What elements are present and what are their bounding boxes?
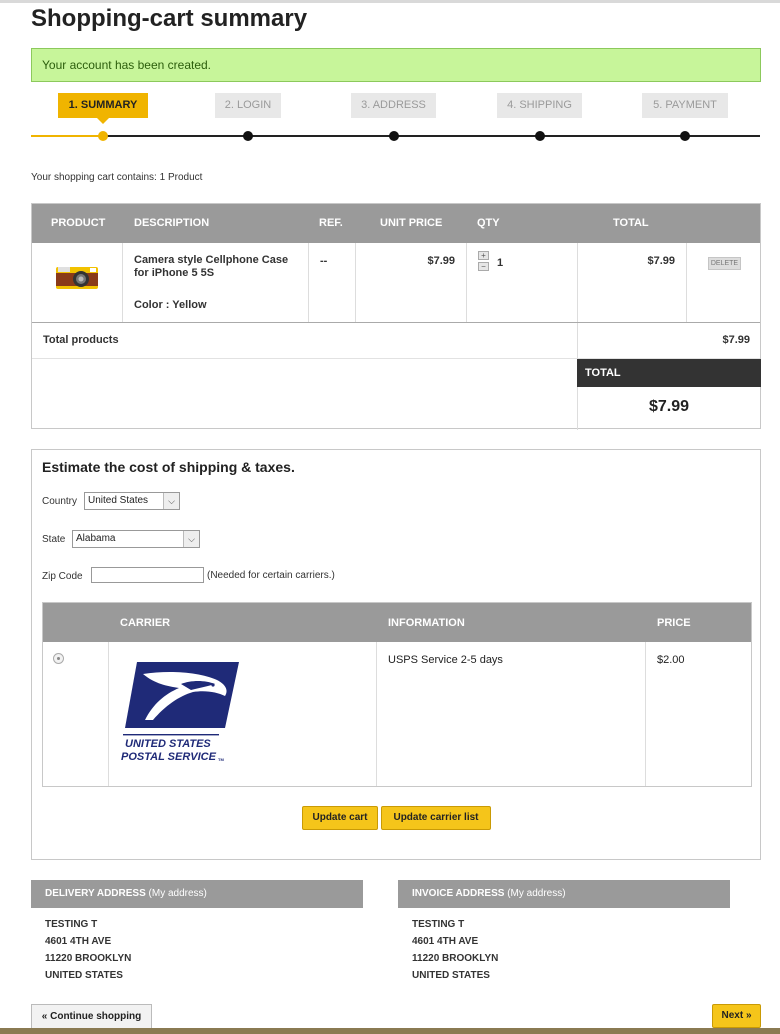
col-information: INFORMATION (388, 617, 465, 629)
carrier-table: CARRIER INFORMATION PRICE UNITED STATES … (42, 602, 752, 787)
continue-shopping-button[interactable]: « Continue shopping (31, 1004, 152, 1029)
delivery-address-header: DELIVERY ADDRESS (My address) (31, 880, 363, 908)
col-total: TOTAL (613, 217, 649, 229)
col-carrier: CARRIER (120, 617, 171, 629)
col-price: PRICE (657, 617, 691, 629)
usps-logo: UNITED STATES POSTAL SERVICE TM (121, 660, 241, 768)
page-title: Shopping-cart summary (31, 5, 308, 32)
step-dot-address (389, 131, 399, 141)
step-dot-payment (680, 131, 690, 141)
total-products-label: Total products (43, 334, 119, 346)
product-name-link[interactable]: Camera style Cellphone Case for iPhone 5… (134, 254, 304, 280)
estimate-title: Estimate the cost of shipping & taxes. (42, 459, 295, 475)
step-login[interactable]: 2. LOGIN (215, 93, 281, 118)
unit-price: $7.99 (427, 255, 455, 267)
total-products-value: $7.99 (722, 334, 750, 346)
delivery-name: TESTING T (45, 919, 98, 930)
step-shipping[interactable]: 4. SHIPPING (497, 93, 582, 118)
chevron-down-icon: ⌵ (163, 493, 179, 509)
line-total: $7.99 (647, 255, 675, 267)
col-description: DESCRIPTION (134, 217, 210, 229)
carrier-information: USPS Service 2-5 days (388, 654, 503, 666)
qty-increase-button[interactable]: + (478, 251, 489, 260)
usps-logo-text-2: POSTAL SERVICE (121, 751, 217, 763)
zip-code-input[interactable] (91, 567, 204, 583)
carrier-price: $2.00 (657, 654, 685, 666)
zip-note: (Needed for certain carriers.) (207, 570, 335, 581)
country-select[interactable]: United States ⌵ (84, 492, 180, 510)
total-label: TOTAL (577, 359, 761, 387)
delete-button[interactable]: DELETE (708, 257, 741, 270)
product-color: Color : Yellow (134, 299, 207, 311)
product-ref: -- (320, 255, 328, 267)
product-thumbnail[interactable] (54, 255, 100, 299)
carrier-radio[interactable] (53, 653, 64, 664)
qty-controls: + − (478, 251, 489, 273)
usps-logo-mark: TM (218, 757, 224, 762)
state-value: Alabama (76, 533, 116, 544)
update-carrier-list-button[interactable]: Update carrier list (381, 806, 491, 830)
cart-count: Your shopping cart contains: 1 Product (31, 172, 203, 183)
qty-value: 1 (497, 257, 504, 269)
country-label: Country (42, 496, 78, 507)
invoice-address-header: INVOICE ADDRESS (My address) (398, 880, 730, 908)
country-value: United States (88, 495, 149, 506)
state-label: State (42, 534, 66, 545)
update-cart-button[interactable]: Update cart (302, 806, 378, 830)
invoice-address-subtitle: (My address) (507, 888, 566, 899)
state-select[interactable]: Alabama ⌵ (72, 530, 200, 548)
invoice-city: 11220 BROOKLYN (412, 953, 499, 964)
step-summary[interactable]: 1. SUMMARY (58, 93, 148, 124)
usps-logo-text-1: UNITED STATES (125, 738, 211, 750)
invoice-name: TESTING T (412, 919, 465, 930)
zip-label: Zip Code (42, 571, 83, 582)
invoice-street: 4601 4TH AVE (412, 936, 479, 947)
delivery-country: UNITED STATES (45, 970, 123, 981)
step-dot-login (243, 131, 253, 141)
total-value: $7.99 (648, 398, 690, 415)
delivery-street: 4601 4TH AVE (45, 936, 112, 947)
qty-decrease-button[interactable]: − (478, 262, 489, 271)
delivery-address-title: DELIVERY ADDRESS (45, 888, 146, 899)
carrier-table-header: CARRIER INFORMATION PRICE (43, 603, 751, 642)
cart-table-header: PRODUCT DESCRIPTION REF. UNIT PRICE QTY … (32, 204, 760, 243)
step-dot-summary (98, 131, 108, 141)
step-dot-shipping (535, 131, 545, 141)
step-address[interactable]: 3. ADDRESS (351, 93, 436, 118)
steps-line-progress (31, 135, 103, 137)
invoice-address-title: INVOICE ADDRESS (412, 888, 505, 899)
col-product: PRODUCT (51, 217, 106, 229)
account-created-alert: Your account has been created. (31, 48, 761, 82)
col-unit-price: UNIT PRICE (380, 217, 443, 229)
chevron-down-icon: ⌵ (183, 531, 199, 547)
top-border (0, 0, 780, 3)
cart-table: PRODUCT DESCRIPTION REF. UNIT PRICE QTY … (31, 203, 761, 430)
col-qty: QTY (477, 217, 500, 229)
col-ref: REF. (319, 217, 343, 229)
taskbar-strip (0, 1028, 780, 1034)
estimate-shipping-panel: Estimate the cost of shipping & taxes. C… (31, 449, 761, 860)
delivery-city: 11220 BROOKLYN (45, 953, 132, 964)
next-button[interactable]: Next » (712, 1004, 761, 1028)
invoice-country: UNITED STATES (412, 970, 490, 981)
step-payment[interactable]: 5. PAYMENT (642, 93, 728, 118)
delivery-address-subtitle: (My address) (148, 888, 207, 899)
